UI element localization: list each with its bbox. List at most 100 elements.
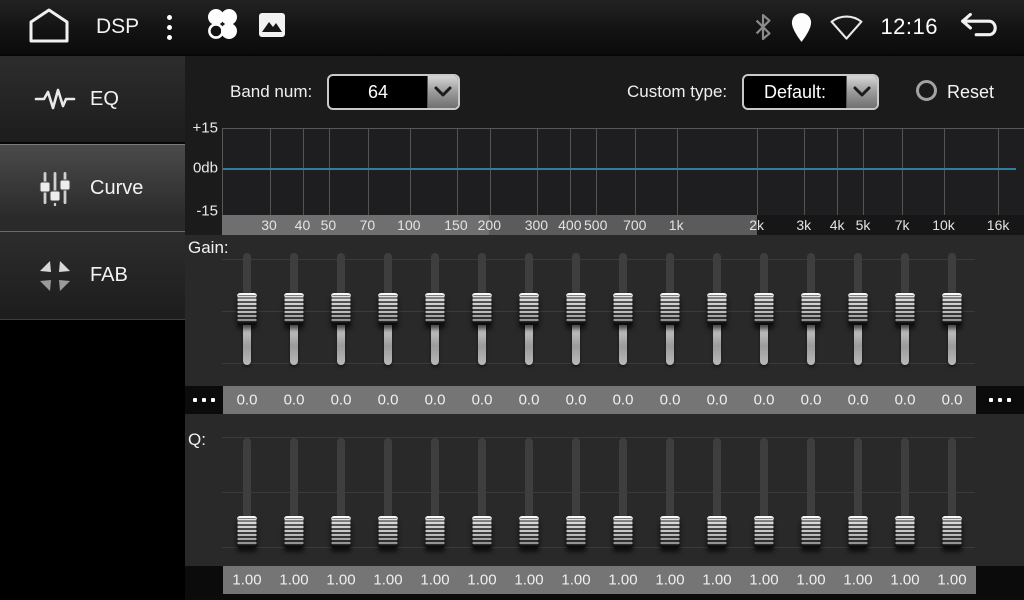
slider-track-lower: [948, 323, 956, 365]
q-slider[interactable]: [848, 438, 868, 548]
gain-slider-knob[interactable]: [472, 293, 492, 325]
apps-clover-icon[interactable]: [202, 5, 242, 50]
q-slider[interactable]: [472, 438, 492, 548]
gallery-icon[interactable]: [258, 12, 286, 43]
q-slider[interactable]: [566, 438, 586, 548]
back-icon[interactable]: [954, 12, 1008, 42]
gain-slider-knob[interactable]: [942, 293, 962, 325]
custom-type-dropdown[interactable]: Default:: [742, 74, 879, 110]
gain-more-left-button[interactable]: [185, 386, 223, 414]
q-value: 1.00: [373, 572, 402, 589]
q-slider-knob[interactable]: [848, 516, 868, 548]
q-slider[interactable]: [707, 438, 727, 548]
q-slider-knob[interactable]: [613, 516, 633, 548]
gain-slider-knob[interactable]: [801, 293, 821, 325]
gain-slider[interactable]: [707, 253, 727, 365]
gain-slider[interactable]: [848, 253, 868, 365]
q-slider[interactable]: [660, 438, 680, 548]
q-value: 1.00: [279, 572, 308, 589]
gain-slider[interactable]: [425, 253, 445, 365]
q-slider-knob[interactable]: [237, 516, 257, 548]
gain-value-row: 0.00.00.00.00.00.00.00.00.00.00.00.00.00…: [185, 386, 1024, 414]
grid-line: [757, 129, 758, 215]
q-slider[interactable]: [237, 438, 257, 548]
gain-slider[interactable]: [566, 253, 586, 365]
custom-type-dropdown-button[interactable]: [846, 76, 877, 108]
gain-value: 0.0: [895, 392, 916, 409]
gain-slider-knob[interactable]: [613, 293, 633, 325]
bottom-strip: [185, 594, 1024, 600]
gain-slider-knob[interactable]: [566, 293, 586, 325]
grid-line: [537, 129, 538, 215]
gain-slider[interactable]: [895, 253, 915, 365]
sidebar-item-eq[interactable]: EQ: [0, 56, 185, 144]
band-num-dropdown-button[interactable]: [427, 76, 458, 108]
dsp-app-screen: DSP 12:16: [0, 0, 1024, 600]
q-slider-knob[interactable]: [707, 516, 727, 548]
sidebar-item-label: Curve: [90, 177, 143, 200]
gain-slider-knob[interactable]: [895, 293, 915, 325]
q-slider[interactable]: [331, 438, 351, 548]
gain-slider[interactable]: [331, 253, 351, 365]
gain-slider[interactable]: [378, 253, 398, 365]
gain-slider[interactable]: [237, 253, 257, 365]
custom-type-label: Custom type:: [627, 82, 727, 102]
q-slider[interactable]: [942, 438, 962, 548]
gain-slider[interactable]: [942, 253, 962, 365]
q-slider[interactable]: [425, 438, 445, 548]
q-slider[interactable]: [895, 438, 915, 548]
band-num-dropdown[interactable]: 64: [327, 74, 460, 110]
gain-slider[interactable]: [754, 253, 774, 365]
q-slider-knob[interactable]: [754, 516, 774, 548]
gain-slider-knob[interactable]: [331, 293, 351, 325]
gain-slider[interactable]: [519, 253, 539, 365]
reset-radio[interactable]: [916, 80, 937, 101]
gain-slider-knob[interactable]: [519, 293, 539, 325]
q-slider-knob[interactable]: [425, 516, 445, 548]
q-slider-knob[interactable]: [942, 516, 962, 548]
sliders-icon: [34, 170, 76, 206]
gain-more-right-button[interactable]: [976, 386, 1024, 414]
freq-tick-label: 50: [321, 217, 337, 233]
gain-slider-knob[interactable]: [707, 293, 727, 325]
gain-value: 0.0: [707, 392, 728, 409]
gain-slider-knob[interactable]: [848, 293, 868, 325]
gain-slider-knob[interactable]: [660, 293, 680, 325]
q-slider-knob[interactable]: [895, 516, 915, 548]
menu-dots-icon[interactable]: [161, 9, 178, 46]
q-slider-knob[interactable]: [472, 516, 492, 548]
q-slider-knob[interactable]: [660, 516, 680, 548]
q-slider[interactable]: [284, 438, 304, 548]
q-slider[interactable]: [613, 438, 633, 548]
grid-line: [998, 129, 999, 215]
q-slider[interactable]: [801, 438, 821, 548]
gain-slider[interactable]: [660, 253, 680, 365]
sidebar-item-curve[interactable]: Curve: [0, 144, 185, 232]
gain-slider-knob[interactable]: [378, 293, 398, 325]
gain-slider[interactable]: [472, 253, 492, 365]
gain-value: 0.0: [519, 392, 540, 409]
gain-slider[interactable]: [801, 253, 821, 365]
home-button[interactable]: [26, 6, 72, 49]
sidebar-item-fab[interactable]: FAB: [0, 232, 185, 320]
q-slider[interactable]: [519, 438, 539, 548]
gain-slider-knob[interactable]: [237, 293, 257, 325]
q-slider-knob[interactable]: [519, 516, 539, 548]
q-slider-knob[interactable]: [801, 516, 821, 548]
freq-tick-label: 1k: [669, 217, 684, 233]
q-slider-knob[interactable]: [284, 516, 304, 548]
freq-tick-label: 2k: [749, 217, 764, 233]
reset-label: Reset: [947, 82, 994, 103]
q-slider[interactable]: [378, 438, 398, 548]
band-num-label: Band num:: [230, 82, 312, 102]
q-slider-knob[interactable]: [331, 516, 351, 548]
q-slider-knob[interactable]: [378, 516, 398, 548]
gain-slider[interactable]: [284, 253, 304, 365]
gain-slider-knob[interactable]: [425, 293, 445, 325]
q-slider-knob[interactable]: [566, 516, 586, 548]
q-slider[interactable]: [754, 438, 774, 548]
gain-slider-knob[interactable]: [284, 293, 304, 325]
gain-slider-knob[interactable]: [754, 293, 774, 325]
grid-line: [457, 129, 458, 215]
gain-slider[interactable]: [613, 253, 633, 365]
